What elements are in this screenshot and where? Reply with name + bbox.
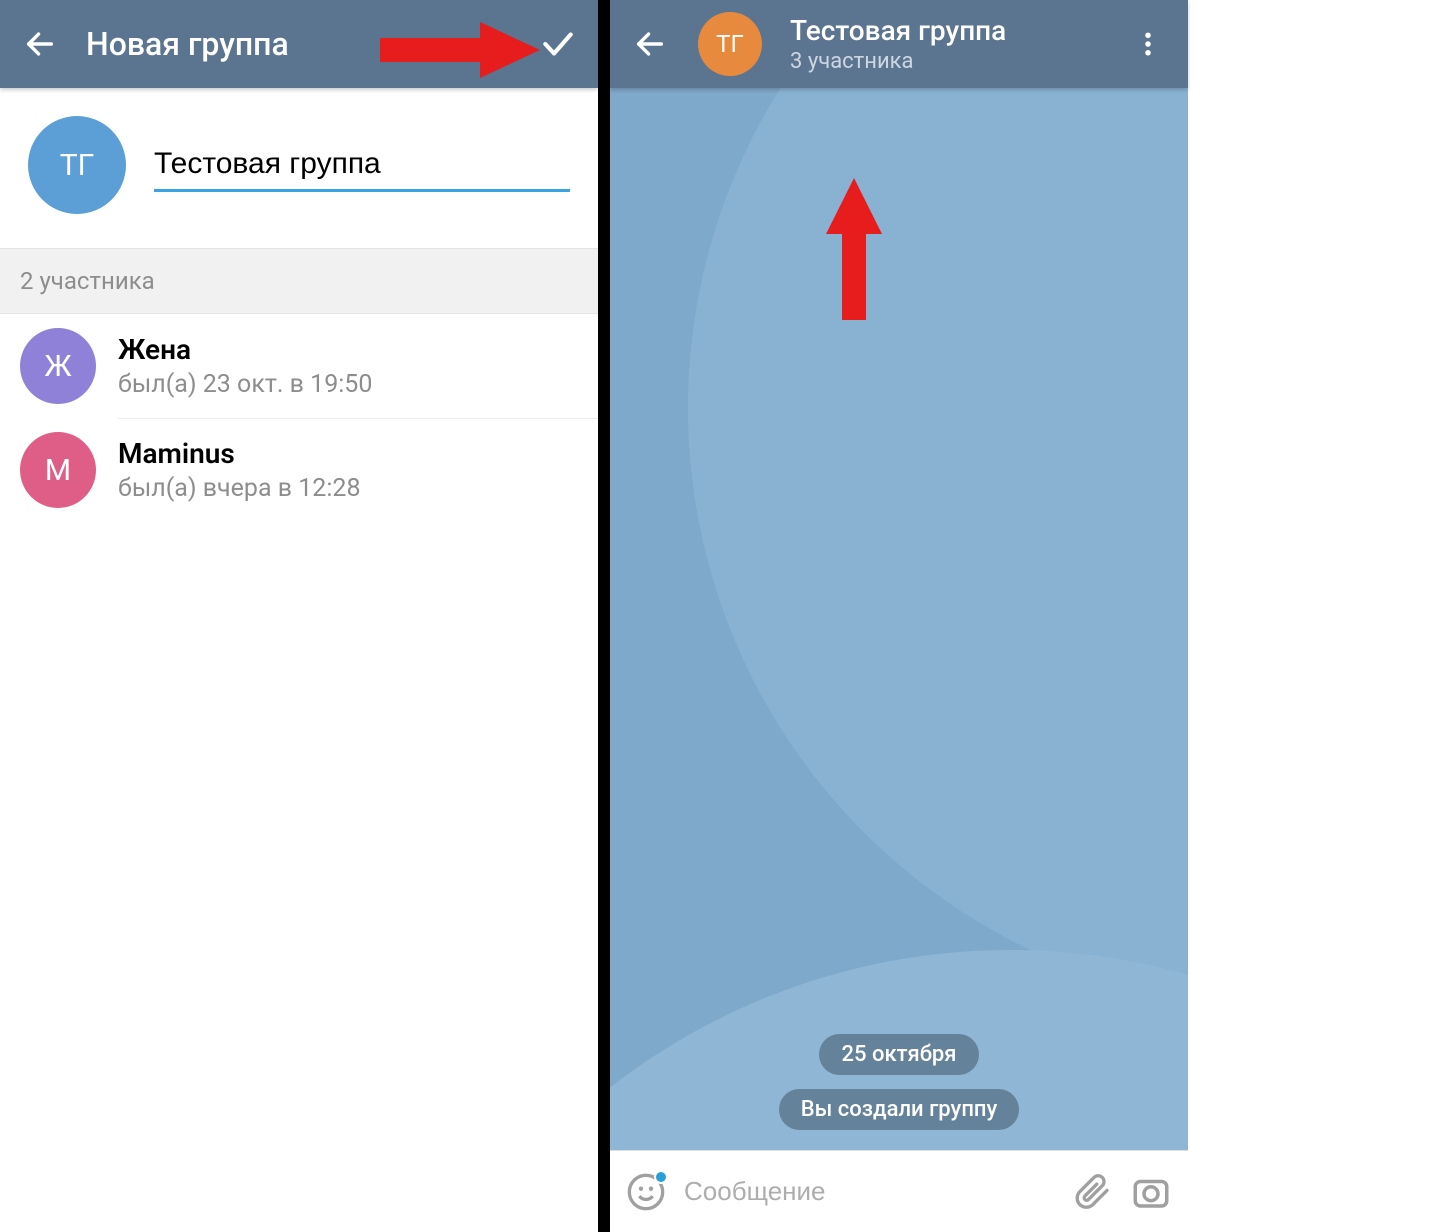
group-name-input[interactable] xyxy=(154,139,570,192)
member-info: Maminus был(а) вчера в 12:28 xyxy=(118,437,361,503)
group-avatar[interactable]: ТГ xyxy=(28,116,126,214)
attach-button[interactable] xyxy=(1072,1172,1112,1212)
back-button[interactable] xyxy=(628,22,672,66)
avatar-initials: ТГ xyxy=(716,30,744,58)
member-name: Maminus xyxy=(118,437,361,470)
message-input-bar xyxy=(610,1150,1188,1232)
member-status: был(а) вчера в 12:28 xyxy=(118,474,361,503)
chat-title: Тестовая группа xyxy=(790,14,1102,47)
members-count-header: 2 участника xyxy=(0,248,598,314)
camera-button[interactable] xyxy=(1130,1171,1172,1213)
avatar-initials: ТГ xyxy=(60,148,95,183)
chat-subtitle: 3 участника xyxy=(790,49,1102,74)
member-row[interactable]: Ж Жена был(а) 23 окт. в 19:50 xyxy=(0,314,598,418)
member-avatar: M xyxy=(20,432,96,508)
member-status: был(а) 23 окт. в 19:50 xyxy=(118,370,372,399)
date-badge: 25 октября xyxy=(819,1034,978,1075)
system-messages: 25 октября Вы создали группу xyxy=(610,1034,1188,1130)
arrow-left-icon xyxy=(23,27,57,61)
screens-divider xyxy=(598,0,610,1232)
message-input[interactable] xyxy=(684,1176,1054,1207)
member-avatar: Ж xyxy=(20,328,96,404)
more-menu-button[interactable] xyxy=(1126,22,1170,66)
paperclip-icon xyxy=(1072,1172,1112,1212)
confirm-button[interactable] xyxy=(536,22,580,66)
chat-avatar[interactable]: ТГ xyxy=(698,12,762,76)
member-info: Жена был(а) 23 окт. в 19:50 xyxy=(118,333,372,399)
group-name-panel: ТГ xyxy=(0,88,598,248)
chat-header-texts[interactable]: Тестовая группа 3 участника xyxy=(790,14,1102,74)
member-list: Ж Жена был(а) 23 окт. в 19:50 M Maminus был(а… xyxy=(0,314,598,522)
new-group-screen: Новая группа ТГ 2 участника ЖЖенабыл(а) … xyxy=(0,0,598,1232)
notification-dot xyxy=(654,1170,668,1184)
member-name: Жена xyxy=(118,333,372,366)
camera-icon xyxy=(1130,1171,1172,1213)
back-button[interactable] xyxy=(18,22,62,66)
bg-decor xyxy=(688,88,1188,1008)
group-name-field-wrap xyxy=(154,139,570,192)
system-message: Вы создали группу xyxy=(779,1089,1020,1130)
member-row[interactable]: M Maminus был(а) вчера в 12:28 xyxy=(0,418,598,522)
chat-background[interactable]: 25 октября Вы создали группу xyxy=(610,88,1188,1150)
toolbar-right: ТГ Тестовая группа 3 участника xyxy=(610,0,1188,88)
arrow-annotation-up-icon xyxy=(822,178,886,328)
more-vertical-icon xyxy=(1133,29,1163,59)
arrow-annotation-right-icon xyxy=(380,18,540,82)
blank-area xyxy=(1188,0,1450,1232)
emoji-button[interactable] xyxy=(626,1172,666,1212)
chat-screen: ТГ Тестовая группа 3 участника 25 октябр… xyxy=(610,0,1188,1232)
arrow-left-icon xyxy=(633,27,667,61)
check-icon xyxy=(539,25,577,63)
